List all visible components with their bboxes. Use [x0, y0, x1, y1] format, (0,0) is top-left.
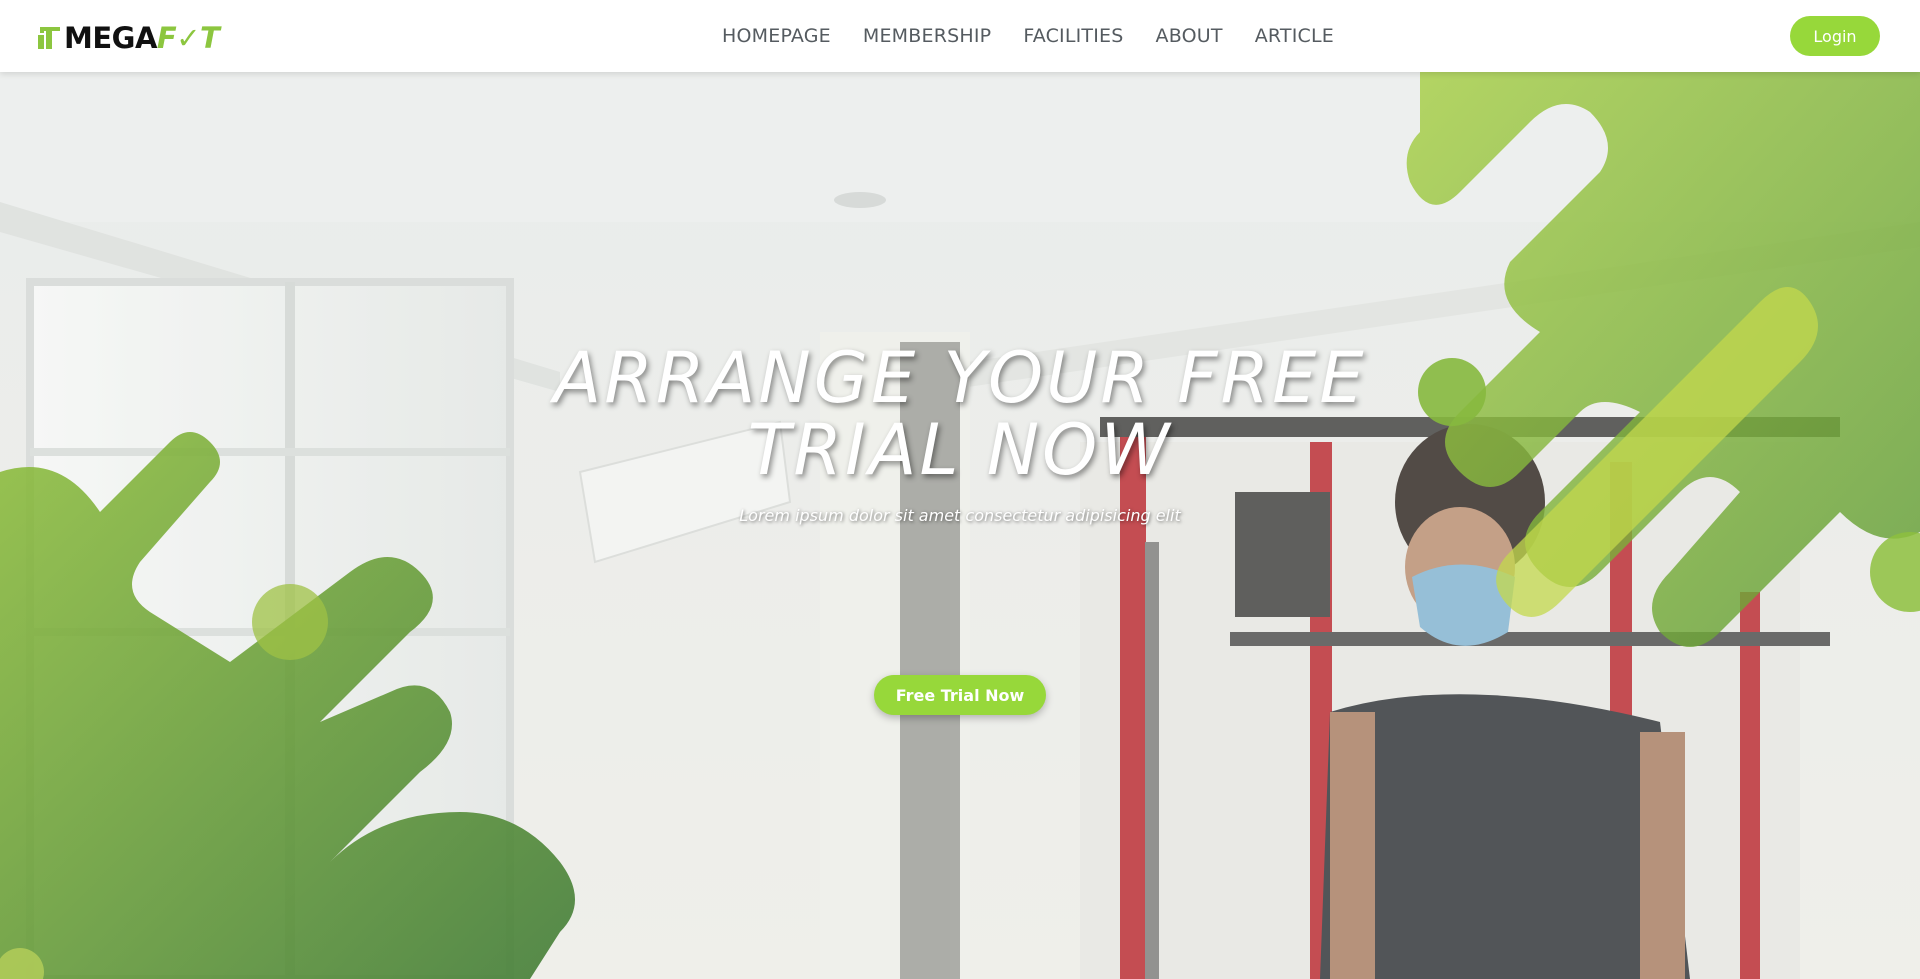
- hero-section: ARRANGE YOUR FREE TRIAL NOW Lorem ipsum …: [0, 72, 1920, 979]
- nav-link-article[interactable]: ARTICLE: [1255, 22, 1334, 50]
- hero-subtitle: Lorem ipsum dolor sit amet consectetur a…: [739, 506, 1181, 525]
- nav-link-homepage[interactable]: HOMEPAGE: [722, 22, 831, 50]
- logo-mark-icon: [38, 27, 60, 49]
- brand-name-prefix: MEGA: [64, 21, 157, 55]
- main-nav: HOMEPAGE MEMBERSHIP FACILITIES ABOUT ART…: [722, 22, 1366, 50]
- brand-name-suffix: F✓T: [156, 21, 220, 55]
- login-button[interactable]: Login: [1790, 16, 1880, 56]
- nav-link-membership[interactable]: MEMBERSHIP: [863, 22, 991, 50]
- free-trial-button[interactable]: Free Trial Now: [874, 675, 1046, 715]
- hero-title-line-1: ARRANGE YOUR FREE: [553, 337, 1367, 419]
- nav-link-about[interactable]: ABOUT: [1156, 22, 1223, 50]
- brand-name: MEGAF✓T: [64, 21, 220, 55]
- hero-title-line-2: TRIAL NOW: [747, 409, 1173, 491]
- brand-logo[interactable]: MEGAF✓T: [38, 21, 220, 55]
- hero-title: ARRANGE YOUR FREE TRIAL NOW: [460, 342, 1460, 486]
- nav-link-facilities[interactable]: FACILITIES: [1023, 22, 1123, 50]
- navbar: MEGAF✓T HOMEPAGE MEMBERSHIP FACILITIES A…: [0, 0, 1920, 72]
- hero-background-image: [0, 72, 1920, 979]
